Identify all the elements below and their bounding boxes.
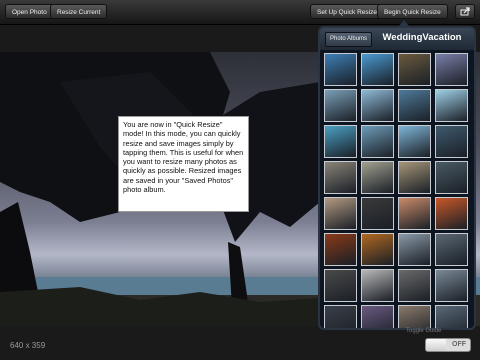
photo-thumbnail[interactable] [361, 89, 394, 122]
photo-thumbnail[interactable] [324, 89, 357, 122]
quick-resize-instructions: You are now in "Quick Resize" mode! In t… [118, 116, 249, 212]
photo-thumbnail[interactable] [398, 89, 431, 122]
toggle-guide-label: Toggle Guide [406, 328, 442, 334]
photo-thumbnail[interactable] [435, 269, 468, 302]
album-title: WeddingVacation [382, 32, 462, 43]
photo-thumbnail[interactable] [324, 197, 357, 230]
photo-thumbnail[interactable] [361, 125, 394, 158]
photo-thumbnail[interactable] [361, 197, 394, 230]
resize-current-button[interactable]: Resize Current [50, 4, 108, 19]
photo-thumbnail[interactable] [398, 125, 431, 158]
image-dimensions: 640 x 359 [10, 341, 46, 350]
photo-thumbnail[interactable] [324, 269, 357, 302]
photo-thumbnail[interactable] [398, 305, 431, 328]
open-photo-button[interactable]: Open Photo [5, 4, 54, 19]
share-icon [460, 7, 470, 16]
photo-thumbnail[interactable] [435, 233, 468, 266]
photo-albums-back-button[interactable]: Photo Albums [325, 32, 373, 47]
album-popover: Photo Albums WeddingVacation [318, 26, 476, 330]
photo-thumbnail[interactable] [324, 53, 357, 86]
setup-quick-resize-button[interactable]: Set Up Quick Resize [310, 4, 384, 19]
toggle-guide-switch[interactable]: OFF [425, 338, 471, 352]
photo-thumbnail[interactable] [398, 161, 431, 194]
photo-thumbnail[interactable] [398, 269, 431, 302]
photo-thumbnail[interactable] [361, 53, 394, 86]
share-button[interactable] [455, 4, 475, 19]
popover-header: Photo Albums WeddingVacation [320, 28, 474, 50]
photo-thumbnail[interactable] [398, 233, 431, 266]
photo-thumbnail[interactable] [435, 305, 468, 328]
photo-thumbnail[interactable] [361, 161, 394, 194]
photo-thumbnail[interactable] [324, 233, 357, 266]
photo-thumbnail[interactable] [324, 305, 357, 328]
photo-thumbnail[interactable] [398, 197, 431, 230]
photo-thumbnail[interactable] [324, 125, 357, 158]
toggle-knob [426, 339, 446, 351]
begin-quick-resize-button[interactable]: Begin Quick Resize [377, 4, 448, 19]
thumbnail-grid [323, 52, 471, 328]
photo-thumbnail[interactable] [435, 89, 468, 122]
photo-thumbnail[interactable] [435, 197, 468, 230]
photo-thumbnail[interactable] [324, 161, 357, 194]
photo-thumbnail[interactable] [435, 125, 468, 158]
photo-thumbnail[interactable] [361, 269, 394, 302]
photo-thumbnail[interactable] [435, 53, 468, 86]
photo-thumbnail[interactable] [398, 53, 431, 86]
toggle-state: OFF [452, 341, 466, 348]
photo-thumbnail[interactable] [361, 305, 394, 328]
photo-thumbnail[interactable] [435, 161, 468, 194]
photo-thumbnail[interactable] [361, 233, 394, 266]
